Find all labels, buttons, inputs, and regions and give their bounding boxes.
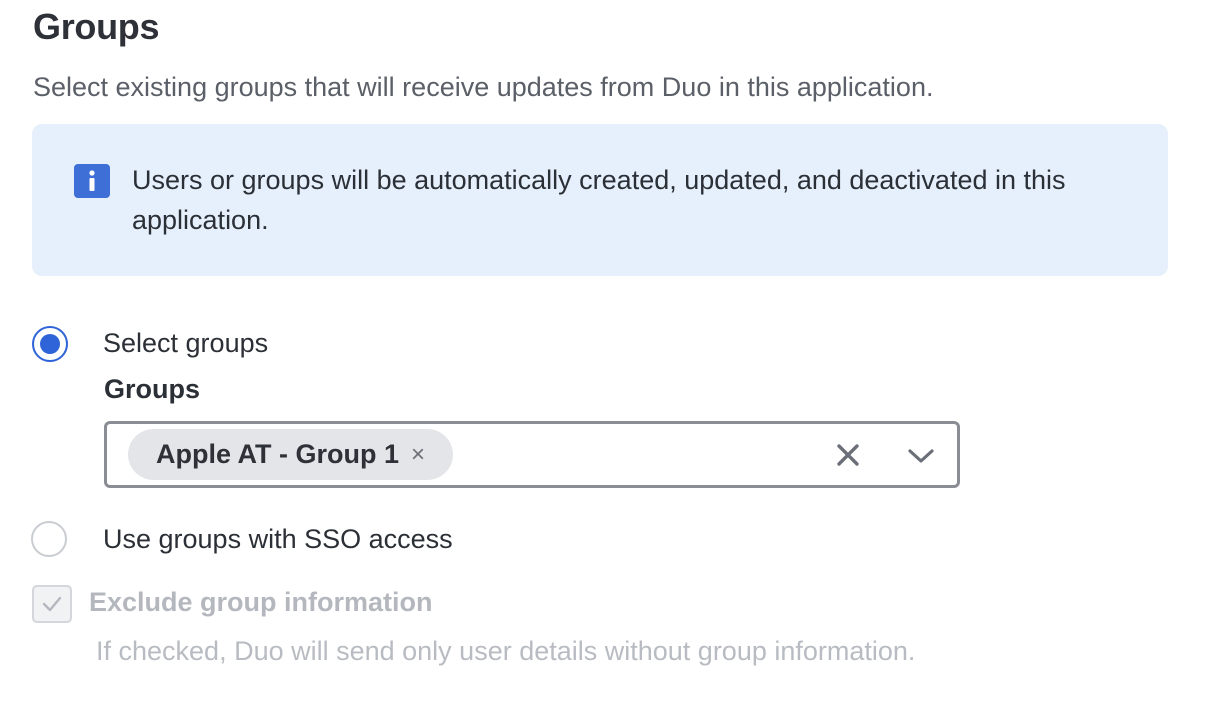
groups-field-label: Groups xyxy=(104,374,201,404)
group-chip-label: Apple AT - Group 1 xyxy=(156,439,399,469)
exclude-group-info-help: If checked, Duo will send only user deta… xyxy=(96,636,916,666)
page-subtitle: Select existing groups that will receive… xyxy=(33,72,934,102)
page-title: Groups xyxy=(33,6,160,47)
checkmark-icon xyxy=(42,596,62,612)
chevron-down-icon[interactable] xyxy=(907,446,935,466)
group-chip: Apple AT - Group 1 × xyxy=(128,429,454,480)
exclude-group-info-label: Exclude group information xyxy=(89,587,433,617)
sso-access-label[interactable]: Use groups with SSO access xyxy=(103,524,453,555)
exclude-group-info-checkbox[interactable] xyxy=(32,585,72,623)
groups-multiselect[interactable]: Apple AT - Group 1 × xyxy=(104,421,960,488)
select-groups-label[interactable]: Select groups xyxy=(103,328,268,359)
info-banner: Users or groups will be automatically cr… xyxy=(32,124,1168,276)
info-banner-text: Users or groups will be automatically cr… xyxy=(132,165,1066,235)
info-icon xyxy=(74,164,110,198)
select-groups-radio[interactable] xyxy=(32,326,68,362)
chip-remove-icon[interactable]: × xyxy=(411,442,425,467)
clear-all-icon[interactable] xyxy=(835,442,861,468)
sso-access-radio[interactable] xyxy=(31,521,67,557)
